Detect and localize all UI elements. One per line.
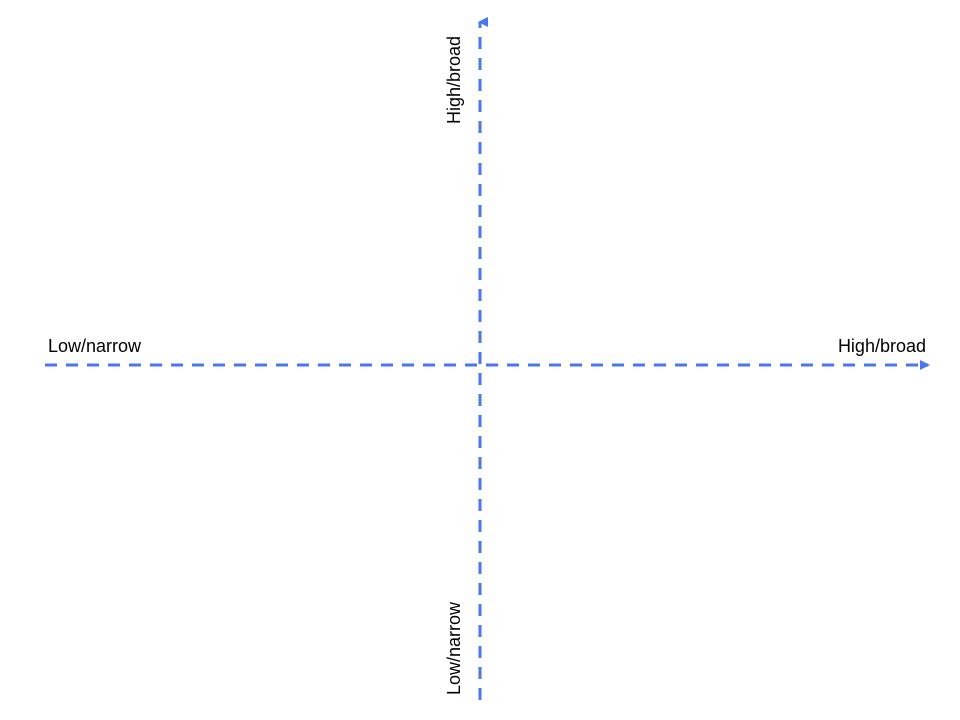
- y-axis-bottom-label: Low/narrow: [444, 602, 465, 695]
- x-axis-right-label: High/broad: [838, 336, 926, 357]
- axes-svg: [0, 0, 960, 720]
- y-axis-top-label: High/broad: [444, 36, 465, 124]
- quadrant-diagram: Low/narrow High/broad High/broad Low/nar…: [0, 0, 960, 720]
- x-axis-left-label: Low/narrow: [48, 336, 141, 357]
